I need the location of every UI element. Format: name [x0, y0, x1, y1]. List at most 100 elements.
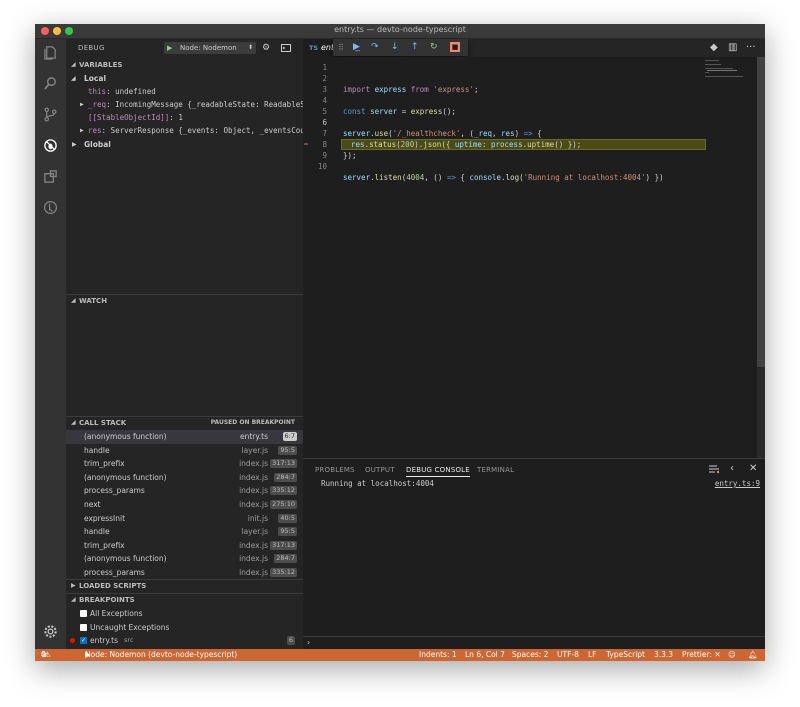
- drag-handle-icon[interactable]: ⠿: [338, 39, 344, 56]
- variable-res[interactable]: ▶ res: ServerResponse {_events: Object, …: [66, 124, 303, 137]
- chevron-right-icon: ▶: [80, 101, 84, 108]
- frame-function: process_params: [84, 486, 145, 496]
- more-actions-icon[interactable]: ···: [746, 42, 756, 54]
- call-stack-frame[interactable]: (anonymous function) entry.ts 6:7: [66, 430, 303, 444]
- open-changes-icon[interactable]: ◆: [710, 42, 718, 54]
- line-number[interactable]: 3: [303, 84, 327, 95]
- variable-this[interactable]: this: undefined: [66, 85, 303, 98]
- all-exceptions-row[interactable]: All Exceptions: [66, 607, 303, 620]
- line-number[interactable]: 6: [303, 117, 327, 128]
- call-stack-frame[interactable]: expressInit init.js 40:5: [66, 512, 303, 526]
- minimap[interactable]: [705, 57, 757, 87]
- tab-problems[interactable]: PROBLEMS: [315, 464, 355, 476]
- variable-req[interactable]: ▶ _req: IncomingMessage {_readableState:…: [66, 98, 303, 111]
- call-stack-frame[interactable]: handle layer.js 95:5: [66, 525, 303, 539]
- frame-position: 95:5: [278, 527, 297, 537]
- feedback-smiley-icon[interactable]: ☺: [728, 649, 736, 661]
- start-debugging-icon[interactable]: ▶: [167, 42, 172, 54]
- scope-global[interactable]: ▶ Global: [66, 138, 303, 151]
- loaded-scripts-section-header[interactable]: ▶ LOADED SCRIPTS: [66, 579, 303, 592]
- close-panel-icon[interactable]: ✕: [749, 462, 757, 476]
- gear-icon[interactable]: ⚙: [262, 42, 270, 54]
- prettier-status[interactable]: Prettier: ✕: [682, 649, 721, 661]
- activity-bar: [35, 39, 66, 649]
- call-stack-frame[interactable]: (anonymous function) index.js 284:7: [66, 552, 303, 566]
- frame-file: index.js: [239, 554, 268, 564]
- code-editor[interactable]: 1 2 3 4 5 6 7 8 9 10 ⇨ import express from 'expre…: [303, 57, 765, 460]
- call-stack-frame[interactable]: (anonymous function) index.js 284:7: [66, 471, 303, 485]
- extensions-icon[interactable]: [42, 169, 59, 186]
- scrollbar-thumb[interactable]: [757, 57, 765, 367]
- line-number[interactable]: 10: [303, 161, 327, 172]
- call-stack-frame[interactable]: process_params index.js 335:12: [66, 566, 303, 580]
- chevron-down-icon: ◢: [71, 596, 76, 603]
- console-source-link[interactable]: entry.ts:9: [715, 479, 760, 488]
- chevron-down-icon: ◢: [71, 419, 76, 426]
- call-stack-frame[interactable]: trim_prefix index.js 317:13: [66, 539, 303, 553]
- frame-file: index.js: [239, 540, 268, 550]
- variables-section-header[interactable]: ◢ VARIABLES: [66, 59, 303, 71]
- line-number[interactable]: 4: [303, 95, 327, 106]
- frame-function: trim_prefix: [84, 459, 125, 469]
- call-stack-section-header[interactable]: ◢ CALL STACK PAUSED ON BREAKPOINT: [66, 416, 303, 429]
- terminal-icon[interactable]: [281, 42, 291, 56]
- continue-icon[interactable]: ▶̲: [353, 39, 360, 56]
- all-exceptions-checkbox[interactable]: [80, 610, 87, 617]
- language-status[interactable]: TypeScript: [606, 649, 645, 661]
- ts-version-status[interactable]: 3.3.3: [654, 649, 673, 661]
- step-over-icon[interactable]: ↷: [371, 39, 379, 56]
- stop-icon[interactable]: ■: [450, 42, 460, 52]
- code-line-7: });: [343, 151, 357, 160]
- gear-icon[interactable]: [42, 624, 59, 641]
- call-stack-frame[interactable]: process_params index.js 335:12: [66, 484, 303, 498]
- remote-icon[interactable]: [42, 200, 59, 217]
- tab-output[interactable]: OUTPUT: [365, 464, 395, 476]
- debug-icon[interactable]: [42, 138, 59, 155]
- launch-config-select[interactable]: ▶ Node: Nodemon ⬍: [164, 42, 256, 54]
- editor-scrollbar[interactable]: [757, 57, 765, 460]
- encoding-status[interactable]: UTF-8: [557, 649, 579, 661]
- split-editor-icon[interactable]: ▥: [728, 42, 737, 54]
- chevron-left-icon[interactable]: ‹: [730, 462, 734, 476]
- breakpoints-section-header[interactable]: ◢ BREAKPOINTS: [66, 593, 303, 606]
- breakpoint-entry-row[interactable]: ✓ entry.ts src 6: [66, 634, 303, 647]
- variable-stable-object-id[interactable]: [[StableObjectId]]: 1: [66, 111, 303, 124]
- breakpoint-checkbox[interactable]: ✓: [80, 637, 87, 644]
- step-into-icon[interactable]: ↓: [391, 39, 399, 56]
- repl-prompt: ›: [307, 638, 311, 647]
- line-number[interactable]: 1: [303, 62, 327, 73]
- line-number[interactable]: 7: [303, 128, 327, 139]
- breakpoint-arrow-icon[interactable]: ⇨: [304, 139, 312, 150]
- frame-position: 317:13: [270, 459, 297, 469]
- restart-icon[interactable]: ↻: [430, 39, 438, 56]
- files-icon[interactable]: [42, 45, 59, 62]
- line-number[interactable]: 2: [303, 73, 327, 84]
- frame-position: 335:12: [270, 568, 297, 577]
- eol-status[interactable]: LF: [588, 649, 597, 661]
- indents-status[interactable]: Indents: 1: [419, 649, 457, 661]
- call-stack-frame[interactable]: trim_prefix index.js 317:13: [66, 457, 303, 471]
- search-icon[interactable]: [42, 76, 59, 93]
- watch-section-header[interactable]: ◢ WATCH: [66, 294, 303, 307]
- spaces-status[interactable]: Spaces: 2: [512, 649, 548, 661]
- line-number[interactable]: 9: [303, 150, 327, 161]
- typescript-file-icon: TS: [309, 44, 319, 52]
- frame-position: 40:5: [278, 513, 297, 523]
- chevron-down-icon: ◢: [71, 75, 76, 82]
- tab-terminal[interactable]: TERMINAL: [477, 464, 514, 476]
- source-control-icon[interactable]: [42, 107, 59, 124]
- tab-debug-console[interactable]: DEBUG CONSOLE: [406, 464, 470, 477]
- cursor-position-status[interactable]: Ln 6, Col 7: [465, 649, 505, 661]
- paused-status: PAUSED ON BREAKPOINT: [210, 419, 295, 426]
- uncaught-exceptions-checkbox[interactable]: [80, 624, 87, 631]
- notifications-bell-icon[interactable]: 🔔︎: [748, 649, 758, 661]
- scope-local[interactable]: ◢ Local: [66, 72, 303, 85]
- frame-position: 284:7: [274, 554, 297, 564]
- uncaught-exceptions-row[interactable]: Uncaught Exceptions: [66, 621, 303, 634]
- console-output-line: Running at localhost:4004: [321, 479, 434, 488]
- line-number[interactable]: 5: [303, 106, 327, 117]
- call-stack-frame[interactable]: handle layer.js 95:5: [66, 444, 303, 458]
- clear-console-icon[interactable]: [709, 462, 720, 479]
- call-stack-frame[interactable]: next index.js 275:10: [66, 498, 303, 512]
- step-out-icon[interactable]: ↑: [411, 39, 419, 56]
